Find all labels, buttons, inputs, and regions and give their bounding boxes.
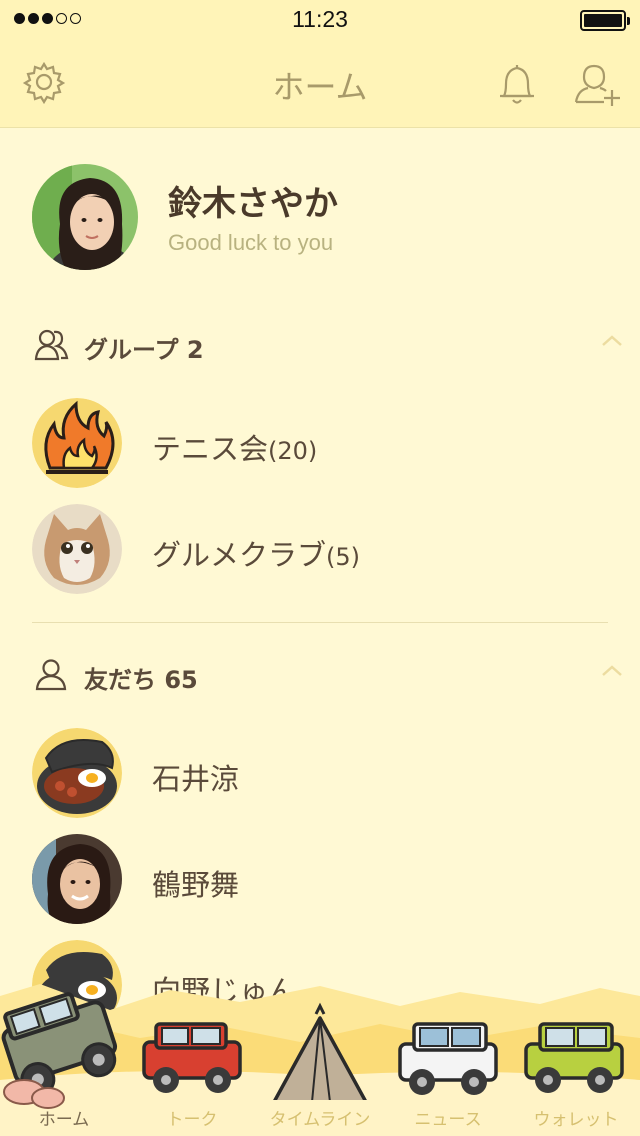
section-divider bbox=[32, 622, 608, 623]
groups-count: 2 bbox=[186, 336, 204, 364]
group-member-count: (20) bbox=[268, 437, 318, 465]
friend-name: 鶴野舞 bbox=[152, 868, 240, 902]
profile-avatar[interactable] bbox=[32, 164, 138, 270]
bottom-tab-bar: ホーム トーク タイムライン ニュース ウォレット bbox=[0, 980, 640, 1136]
collapse-chevron-up-icon[interactable] bbox=[600, 662, 624, 682]
group-row[interactable]: グルメクラブ(5) bbox=[32, 504, 608, 596]
group-name: テニス会(20) bbox=[152, 426, 317, 468]
tab-talk[interactable]: トーク bbox=[128, 980, 256, 1136]
tab-label: ホーム bbox=[38, 1110, 90, 1130]
news-white-jeep-icon bbox=[398, 1022, 498, 1095]
status-time: 11:23 bbox=[292, 6, 348, 32]
tab-news[interactable]: ニュース bbox=[384, 980, 512, 1136]
header: ホーム bbox=[0, 40, 640, 128]
group-member-count: (5) bbox=[326, 543, 361, 571]
notification-bell-icon[interactable] bbox=[496, 60, 538, 112]
tab-timeline[interactable]: タイムライン bbox=[256, 980, 384, 1136]
profile-name[interactable]: 鈴木さやか bbox=[168, 176, 338, 225]
group-name-text: グルメクラブ bbox=[152, 538, 327, 572]
wallet-green-jeep-icon bbox=[524, 1022, 624, 1093]
group-name-text: テニス会 bbox=[152, 432, 269, 466]
profile-status-message: Good luck to you bbox=[168, 230, 334, 255]
page-title: ホーム bbox=[272, 69, 368, 105]
tab-home[interactable]: ホーム bbox=[0, 980, 128, 1136]
tab-label: ニュース bbox=[414, 1110, 482, 1130]
friend-row[interactable]: 石井涼 bbox=[32, 728, 608, 820]
friend-name: 石井涼 bbox=[152, 762, 240, 796]
groups-title-label: グループ bbox=[84, 336, 179, 364]
friends-title-label: 友だち bbox=[84, 666, 156, 694]
tab-label: タイムライン bbox=[269, 1110, 371, 1130]
group-name: グルメクラブ(5) bbox=[152, 532, 360, 574]
group-avatar-cat bbox=[32, 504, 122, 594]
friend-avatar-food bbox=[32, 728, 122, 818]
tab-wallet[interactable]: ウォレット bbox=[512, 980, 640, 1136]
collapse-chevron-up-icon[interactable] bbox=[600, 332, 624, 352]
group-avatar-fire bbox=[32, 398, 122, 488]
group-row[interactable]: テニス会(20) bbox=[32, 398, 608, 490]
person-icon bbox=[34, 658, 68, 696]
friend-row[interactable]: 鶴野舞 bbox=[32, 834, 608, 926]
groups-section-header[interactable]: グループ 2 bbox=[34, 326, 624, 366]
status-bar: 11:23 bbox=[0, 0, 640, 40]
talk-red-jeep-icon bbox=[142, 1022, 242, 1093]
friends-section-title: 友だち 65 bbox=[84, 660, 198, 695]
groups-section-title: グループ 2 bbox=[84, 330, 204, 365]
group-icon bbox=[34, 328, 70, 366]
add-friend-icon[interactable] bbox=[574, 60, 624, 112]
home-jeep-icon bbox=[1, 992, 118, 1109]
tab-label: ウォレット bbox=[533, 1110, 619, 1130]
friend-avatar-photo bbox=[32, 834, 122, 924]
friends-count: 65 bbox=[164, 666, 198, 694]
friends-section-header[interactable]: 友だち 65 bbox=[34, 656, 624, 696]
tab-label: トーク bbox=[166, 1110, 218, 1130]
battery-icon bbox=[580, 10, 630, 31]
timeline-tent-icon bbox=[273, 1002, 367, 1100]
